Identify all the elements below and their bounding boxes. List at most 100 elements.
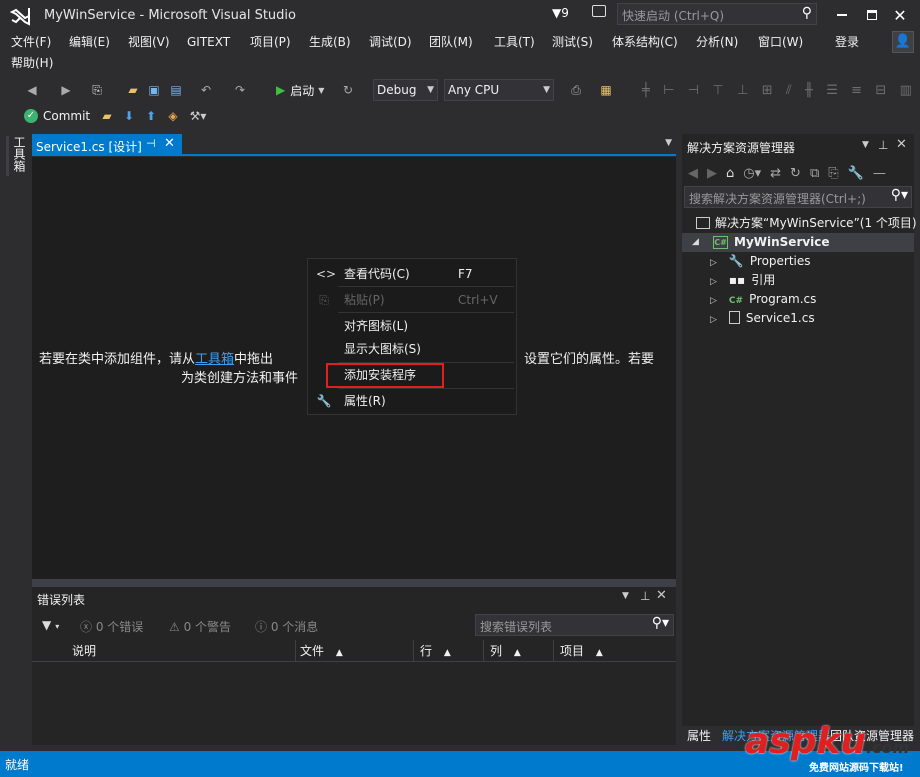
warnings-filter[interactable]: ⚠ 0 个警告 (169, 618, 231, 635)
menu-debug[interactable]: 调试(D) (369, 32, 412, 52)
save-icon[interactable]: ▣ (146, 80, 162, 100)
collapse-all-icon[interactable]: ⧉ (810, 166, 819, 181)
collapsed-arrow-icon: ▷ (710, 258, 717, 268)
home-icon[interactable]: ⌂ (726, 166, 734, 181)
panel-pin-icon[interactable]: ⊥ (640, 589, 650, 603)
messages-filter[interactable]: ⓘ 0 个消息 (255, 618, 318, 635)
component-file-icon (728, 311, 740, 324)
attach-icon[interactable]: ⎙ (568, 80, 584, 100)
toolbox-tab[interactable]: 工具箱 (6, 136, 26, 176)
search-icon: ⚲ (801, 5, 812, 21)
expanded-arrow-icon: ◢ (692, 237, 699, 247)
history-icon[interactable]: ◷▾ (743, 166, 761, 181)
properties-icon[interactable]: 🔧 (848, 166, 864, 181)
back-icon[interactable]: ◀ (24, 80, 40, 100)
column-header-description[interactable]: 说明 (32, 640, 296, 662)
menu-edit[interactable]: 编辑(E) (69, 32, 110, 52)
csharp-file-icon: C# (728, 296, 744, 306)
menu-test[interactable]: 测试(S) (552, 32, 593, 52)
references-node[interactable]: ▷ ▪▪ 引用 (710, 271, 775, 290)
new-project-icon[interactable]: ⎘ (88, 80, 106, 100)
forward-icon[interactable]: ▶ (58, 80, 74, 100)
menu-project[interactable]: 项目(P) (250, 32, 291, 52)
search-icon: ⚲▾ (890, 187, 908, 203)
toolbox-link[interactable]: 工具箱 (195, 352, 234, 367)
redo-icon[interactable]: ↷ (232, 80, 248, 100)
undo-icon[interactable]: ↶ (198, 80, 214, 100)
sync-icon[interactable]: ⇄ (770, 166, 781, 181)
quick-launch-input[interactable]: 快速启动 (Ctrl+Q) ⚲ (617, 3, 817, 25)
menu-file[interactable]: 文件(F) (11, 32, 51, 52)
program-cs-node[interactable]: ▷ C# Program.cs (710, 290, 816, 309)
push-icon[interactable]: ⬆ (144, 106, 158, 126)
panel-options-icon[interactable]: ▼ (862, 140, 869, 150)
notifications-flag-icon[interactable]: ▼9 (552, 6, 569, 20)
panel-close-icon[interactable]: ✕ (656, 588, 667, 603)
column-header-project[interactable]: 项目 ▲ (554, 640, 676, 662)
panel-options-icon[interactable]: ▼ (622, 591, 629, 601)
platform-dropdown[interactable]: Any CPU ▼ (444, 79, 554, 101)
project-node[interactable]: ◢ C# MyWinService (682, 233, 914, 252)
column-header-line[interactable]: 行 ▲ (414, 640, 484, 662)
solution-search-input[interactable]: 搜索解决方案资源管理器(Ctrl+;) ⚲▾ (684, 186, 912, 208)
errors-filter[interactable]: ⓧ 0 个错误 (80, 618, 143, 635)
column-header-file[interactable]: 文件 ▲ (296, 640, 414, 662)
service1-cs-node[interactable]: ▷ Service1.cs (710, 309, 815, 328)
menu-tools[interactable]: 工具(T) (494, 32, 535, 52)
forward-icon[interactable]: ▶ (707, 166, 717, 181)
menu-team[interactable]: 团队(M) (429, 32, 473, 52)
context-menu-view-code[interactable]: <> 查看代码(C) F7 (308, 262, 516, 286)
browse-icon[interactable]: ▰ (100, 106, 114, 126)
close-button[interactable]: ✕ (880, 0, 920, 30)
filter-icon[interactable]: ▼ ▾ (42, 618, 59, 632)
error-search-input[interactable]: 搜索错误列表 ⚲▾ (475, 614, 674, 636)
show-files-icon[interactable]: ⎘ (828, 166, 838, 181)
tab-properties[interactable]: 属性 (687, 727, 711, 744)
panel-close-icon[interactable]: ✕ (896, 137, 907, 152)
menu-view[interactable]: 视图(V) (128, 32, 170, 52)
refresh-icon[interactable]: ↻ (340, 80, 356, 100)
back-icon[interactable]: ◀ (688, 166, 698, 181)
pin-icon[interactable]: ⊣ (146, 137, 156, 150)
config-dropdown[interactable]: Debug ▼ (373, 79, 438, 101)
align-icons-group[interactable]: ╪ ⊢ ⊣ ⊤ ⊥ ⊞ ⫽ ╫ ☰ ≡ ⊟ ▥ (642, 80, 912, 100)
menu-separator (338, 286, 514, 287)
menu-gitext[interactable]: GITEXT (187, 32, 230, 52)
solution-config-icon[interactable]: ▦ (598, 80, 614, 100)
account-icon[interactable]: 👤 (892, 31, 914, 53)
pull-icon[interactable]: ⬇ (122, 106, 136, 126)
settings-icon[interactable]: ⚒▾ (186, 106, 210, 126)
context-menu-properties[interactable]: 🔧 属性(R) (308, 389, 516, 413)
hint-text-d: 为类创建方法和事件 (181, 371, 299, 386)
menu-build[interactable]: 生成(B) (309, 32, 351, 52)
solution-icon (696, 217, 710, 229)
save-all-icon[interactable]: ▤ (168, 80, 184, 100)
solution-explorer-toolbar: ◀ ▶ ⌂ ◷▾ ⇄ ↻ ⧉ ⎘ 🔧 — (688, 162, 910, 184)
menu-help[interactable]: 帮助(H) (11, 53, 53, 73)
open-icon[interactable]: ▰ (124, 80, 142, 100)
error-filter-bar: ▼ ▾ ⓧ 0 个错误 ⚠ 0 个警告 ⓘ 0 个消息 搜索错误列表 ⚲▾ (32, 612, 676, 640)
search-icon: ⚲▾ (651, 615, 669, 631)
doc-tab-service1-design[interactable]: Service1.cs [设计] ⊣ ✕ (32, 134, 182, 156)
commit-button[interactable]: ✓ Commit (24, 106, 94, 126)
hint-text-b: 中拖出 (234, 352, 274, 367)
references-icon: ▪▪ (728, 273, 746, 287)
refresh-icon[interactable]: ↻ (790, 166, 801, 181)
menu-analyze[interactable]: 分析(N) (696, 32, 738, 52)
context-menu-large-icons[interactable]: 显示大图标(S) (308, 337, 516, 361)
preview-icon[interactable]: — (873, 166, 886, 181)
context-menu-paste[interactable]: ⎘ 粘贴(P) Ctrl+V (308, 288, 516, 312)
menu-architecture[interactable]: 体系结构(C) (612, 32, 678, 52)
solution-node[interactable]: 解决方案“MyWinService”(1 个项目) (696, 214, 917, 233)
column-header-column[interactable]: 列 ▲ (484, 640, 554, 662)
feedback-icon[interactable] (592, 5, 606, 17)
context-menu-align-icons[interactable]: 对齐图标(L) (308, 314, 516, 338)
signin-link[interactable]: 登录 (835, 32, 859, 52)
menu-window[interactable]: 窗口(W) (758, 32, 803, 52)
panel-pin-icon[interactable]: ⊥ (878, 138, 888, 152)
tab-overflow-icon[interactable]: ▼ (665, 138, 672, 148)
start-button[interactable]: ▶ 启动 ▼ (276, 80, 336, 100)
properties-node[interactable]: ▷ 🔧 Properties (710, 252, 811, 271)
tab-close-icon[interactable]: ✕ (164, 136, 175, 151)
stash-icon[interactable]: ◈ (165, 106, 181, 126)
